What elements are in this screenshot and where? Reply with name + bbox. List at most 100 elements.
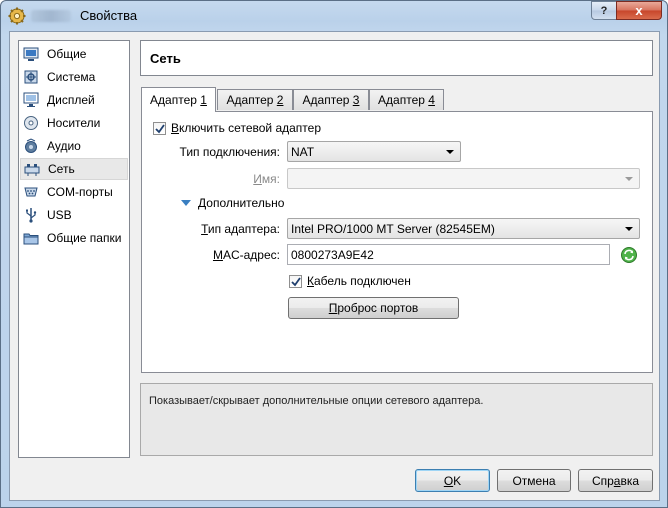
attachment-type-select[interactable]: NAT xyxy=(287,141,461,162)
mac-address-label: MAC-адрес: xyxy=(162,248,280,262)
title-bar[interactable]: Свойства ? x xyxy=(1,1,667,31)
display-icon xyxy=(23,92,39,108)
name-select[interactable] xyxy=(287,168,640,189)
sidebar-item-label: COM-порты xyxy=(47,185,113,199)
help-titlebar-button[interactable]: ? xyxy=(591,1,617,20)
tab-adapter-2[interactable]: Адаптер 2 xyxy=(217,89,293,110)
sidebar-item-display[interactable]: Дисплей xyxy=(20,89,128,111)
tab-mnemonic: 4 xyxy=(428,93,435,107)
refresh-mac-icon[interactable] xyxy=(620,246,638,264)
tab-label: Адаптер 2 xyxy=(227,93,284,107)
tab-label: Адаптер 1 xyxy=(150,93,207,107)
dialog-body: Общие Система Дисплей Носители Аудио Сет… xyxy=(9,31,660,501)
chevron-down-icon xyxy=(625,177,633,181)
cable-connected-checkbox[interactable] xyxy=(289,275,302,288)
label-post: K xyxy=(453,473,462,488)
sidebar-item-audio[interactable]: Аудио xyxy=(20,135,128,157)
button-label: Справка xyxy=(592,474,639,488)
settings-sidebar: Общие Система Дисплей Носители Аудио Сет… xyxy=(18,40,130,458)
settings-window: Свойства ? x Общие Система Дисплей Носит… xyxy=(0,0,668,508)
sidebar-item-label: Носители xyxy=(47,116,101,130)
usb-icon xyxy=(23,207,39,223)
label-mnemonic: M xyxy=(212,248,223,262)
label-post: ип адаптера: xyxy=(207,222,280,236)
label-post: мя: xyxy=(261,172,280,186)
sidebar-item-serial-ports[interactable]: COM-порты xyxy=(20,181,128,203)
sidebar-item-label: Дисплей xyxy=(47,93,95,107)
tab-label-text: Адаптер xyxy=(226,93,277,107)
tab-label: Адаптер 3 xyxy=(303,93,360,107)
help-glyph: ? xyxy=(600,4,608,17)
label-post: ополнительно xyxy=(206,196,285,210)
mac-address-input[interactable]: 0800273A9E42 xyxy=(287,244,610,265)
tab-label-text: Адаптер xyxy=(302,93,353,107)
tab-adapter-4[interactable]: Адаптер 4 xyxy=(369,89,444,110)
sidebar-item-storage[interactable]: Носители xyxy=(20,112,128,134)
sidebar-item-system[interactable]: Система xyxy=(20,66,128,88)
chevron-down-icon xyxy=(625,227,633,231)
label-post: AC-адрес: xyxy=(222,248,280,262)
checkmark-icon xyxy=(290,276,301,286)
tab-mnemonic: 3 xyxy=(352,93,360,107)
ok-button[interactable]: OK xyxy=(415,469,490,492)
label-post: ключить сетевой адаптер xyxy=(179,121,321,135)
label-mnemonic: И xyxy=(253,172,262,186)
help-button[interactable]: Справка xyxy=(578,469,653,492)
sidebar-item-label: Система xyxy=(47,70,96,84)
serial-ports-icon xyxy=(23,184,39,200)
close-icon: x xyxy=(635,3,643,18)
description-text: Показывает/скрывает дополнительные опции… xyxy=(149,395,484,407)
checkmark-icon xyxy=(154,123,165,133)
tab-mnemonic: 2 xyxy=(276,93,284,107)
adapter-panel: Включить сетевой адаптер Тип подключения… xyxy=(141,111,653,373)
enable-adapter-checkbox[interactable] xyxy=(153,122,166,135)
expand-arrow-icon[interactable] xyxy=(181,200,191,206)
mac-address-value: 0800273A9E42 xyxy=(291,248,374,262)
port-forwarding-button[interactable]: Проброс портов xyxy=(288,297,459,319)
tab-mnemonic: 1 xyxy=(200,93,207,107)
tab-label-text: Адаптер xyxy=(150,93,201,107)
attachment-type-value: NAT xyxy=(291,145,315,159)
label-mnemonic: К xyxy=(307,274,314,288)
sidebar-item-label: USB xyxy=(47,208,72,222)
button-label: OK xyxy=(444,474,461,488)
label-mnemonic: д xyxy=(215,145,223,159)
tab-adapter-1[interactable]: Адаптер 1 xyxy=(141,87,216,112)
label-post: абель подключен xyxy=(314,274,411,288)
tab-adapter-3[interactable]: Адаптер 3 xyxy=(293,89,369,110)
adapter-type-label: Тип адаптера: xyxy=(162,222,280,236)
label-post: ключения: xyxy=(222,145,280,159)
advanced-toggle[interactable]: Дополнительно xyxy=(198,196,284,210)
cable-connected-label[interactable]: Кабель подключен xyxy=(307,274,411,288)
sidebar-item-label: Аудио xyxy=(47,139,81,153)
enable-adapter-label[interactable]: Включить сетевой адаптер xyxy=(171,121,321,135)
label-mnemonic: В xyxy=(171,121,180,135)
gear-icon xyxy=(8,7,26,25)
button-label: Проброс портов xyxy=(329,301,419,315)
window-title: Свойства xyxy=(80,8,138,23)
sidebar-item-label: Общие xyxy=(47,47,87,61)
sidebar-item-shared-folders[interactable]: Общие папки xyxy=(20,227,128,249)
audio-icon xyxy=(23,138,39,154)
name-label: Имя: xyxy=(162,172,280,186)
label-mnemonic: Т xyxy=(201,222,208,236)
sidebar-item-general[interactable]: Общие xyxy=(20,43,128,65)
label-pre: Спр xyxy=(591,473,614,488)
sidebar-item-network[interactable]: Сеть xyxy=(20,158,128,180)
tab-label-text: Адаптер xyxy=(378,93,429,107)
adapter-type-select[interactable]: Intel PRO/1000 MT Server (82545EM) xyxy=(287,218,640,239)
sidebar-item-label: Общие папки xyxy=(47,231,122,245)
system-icon xyxy=(23,69,39,85)
shared-folders-icon xyxy=(23,230,39,246)
label-mnemonic: O xyxy=(443,473,454,488)
network-icon xyxy=(24,161,40,177)
blurred-vm-name xyxy=(31,10,71,22)
label-post: роброс портов xyxy=(337,301,419,315)
button-label: Отмена xyxy=(512,473,556,488)
sidebar-item-usb[interactable]: USB xyxy=(20,204,128,226)
cancel-button[interactable]: Отмена xyxy=(497,469,571,492)
general-icon xyxy=(23,46,39,62)
storage-icon xyxy=(23,115,39,131)
section-title: Сеть xyxy=(150,51,181,66)
close-button[interactable]: x xyxy=(616,1,662,20)
